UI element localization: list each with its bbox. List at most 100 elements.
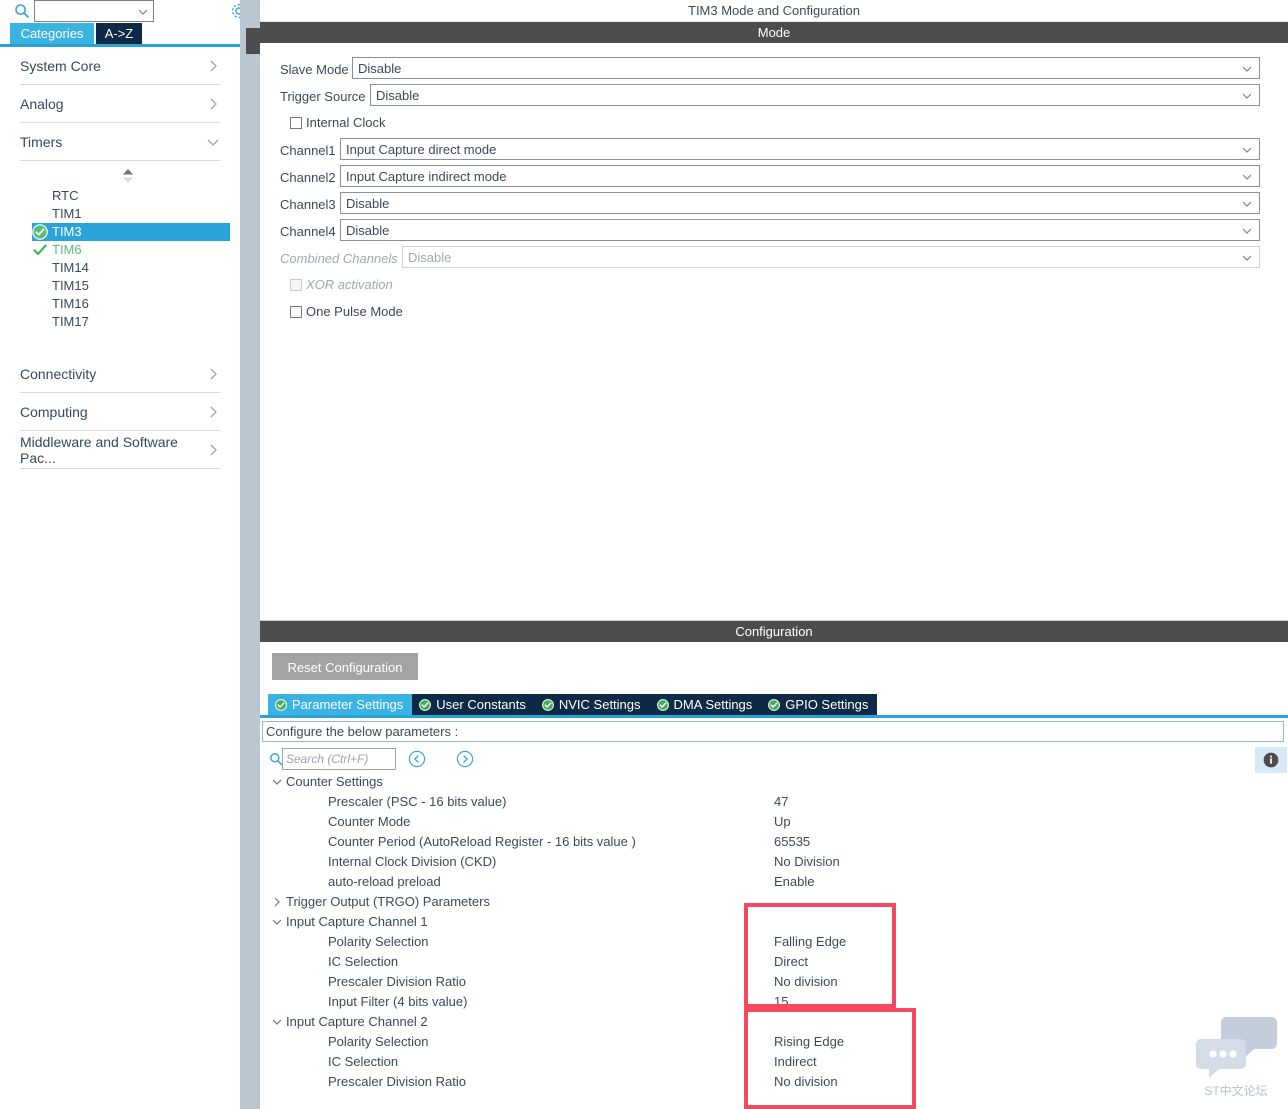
parameter-group-row[interactable]: Input Capture Channel 1 bbox=[260, 912, 1288, 932]
parameter-value[interactable]: Direct bbox=[774, 952, 808, 972]
parameter-value[interactable]: 47 bbox=[774, 792, 788, 812]
parameter-value[interactable]: No division bbox=[774, 972, 838, 992]
parameter-label: IC Selection bbox=[328, 1054, 399, 1069]
parameter-value[interactable]: Indirect bbox=[774, 1052, 817, 1072]
sidebar-search-combo[interactable] bbox=[34, 0, 154, 22]
configuration-tabbar-underline bbox=[260, 715, 1288, 718]
sidebar-timer-tim16[interactable]: TIM16 bbox=[0, 295, 240, 313]
sidebar-item-computing[interactable]: Computing bbox=[20, 393, 221, 431]
timers-scroll-spinner[interactable] bbox=[0, 165, 240, 187]
parameter-value[interactable]: No division bbox=[774, 1072, 838, 1092]
parameter-row[interactable]: Polarity Selection Falling Edge bbox=[260, 932, 1288, 952]
parameter-row[interactable]: Input Filter (4 bits value) 15 bbox=[260, 992, 1288, 1012]
sidebar-timer-tim17[interactable]: TIM17 bbox=[0, 313, 240, 331]
parameter-value[interactable]: 65535 bbox=[774, 832, 810, 852]
channel3-select[interactable]: Disable bbox=[340, 192, 1260, 214]
parameter-value[interactable]: No Division bbox=[774, 852, 840, 872]
one-pulse-mode-checkbox[interactable] bbox=[290, 306, 302, 318]
sidebar-item-system-core[interactable]: System Core bbox=[20, 47, 221, 85]
internal-clock-label: Internal Clock bbox=[306, 115, 386, 130]
mode-section-header: Mode bbox=[260, 22, 1288, 43]
chevron-right-icon bbox=[205, 366, 221, 382]
channel4-row: Channel4 Disable bbox=[260, 219, 1288, 246]
parameter-value[interactable]: Rising Edge bbox=[774, 1032, 844, 1052]
chevron-right-icon[interactable] bbox=[270, 894, 284, 910]
parameter-group-row[interactable]: Input Capture Channel 2 bbox=[260, 1012, 1288, 1032]
chevron-right-icon bbox=[205, 58, 221, 74]
chevron-right-circle-icon[interactable] bbox=[456, 750, 474, 768]
component-sidebar: Categories A->Z System Core Analog Timer… bbox=[0, 0, 240, 1109]
sidebar-timer-tim3[interactable]: TIM3 bbox=[32, 223, 230, 241]
tab-gpio-settings[interactable]: GPIO Settings bbox=[761, 694, 878, 715]
tab-dma-settings[interactable]: DMA Settings bbox=[649, 694, 762, 715]
internal-clock-checkbox[interactable] bbox=[290, 117, 302, 129]
parameter-row[interactable]: Internal Clock Division (CKD) No Division bbox=[260, 852, 1288, 872]
parameter-row[interactable]: auto-reload preload Enable bbox=[260, 872, 1288, 892]
channel2-label: Channel2 bbox=[280, 170, 336, 185]
parameter-value[interactable]: 15 bbox=[774, 992, 788, 1012]
component-main-panel: TIM3 Mode and Configuration Mode Slave M… bbox=[260, 0, 1288, 1109]
channel2-value: Input Capture indirect mode bbox=[346, 169, 507, 184]
parameter-row[interactable]: IC Selection Direct bbox=[260, 952, 1288, 972]
reset-configuration-button[interactable]: Reset Configuration bbox=[272, 653, 418, 680]
one-pulse-mode-label: One Pulse Mode bbox=[306, 304, 403, 319]
channel2-select[interactable]: Input Capture indirect mode bbox=[340, 165, 1260, 187]
parameter-row[interactable]: Counter Period (AutoReload Register - 16… bbox=[260, 832, 1288, 852]
sidebar-timer-label: TIM14 bbox=[52, 260, 89, 275]
parameter-value[interactable]: Up bbox=[774, 812, 791, 832]
tab-nvic-settings[interactable]: NVIC Settings bbox=[534, 694, 650, 715]
parameter-row[interactable]: IC Selection Indirect bbox=[260, 1052, 1288, 1072]
parameter-value[interactable]: Enable bbox=[774, 872, 814, 892]
sidebar-item-timers[interactable]: Timers bbox=[20, 123, 221, 161]
sidebar-timer-label: TIM1 bbox=[52, 206, 82, 221]
info-icon[interactable] bbox=[1255, 747, 1287, 773]
parameter-search-input[interactable] bbox=[282, 748, 396, 770]
chevron-down-icon[interactable] bbox=[270, 1014, 284, 1030]
sidebar-timer-tim6[interactable]: TIM6 bbox=[0, 241, 240, 259]
sidebar-timer-tim14[interactable]: TIM14 bbox=[0, 259, 240, 277]
parameter-label: Polarity Selection bbox=[328, 1034, 429, 1049]
parameter-value[interactable]: Falling Edge bbox=[774, 932, 846, 952]
sidebar-search-input[interactable] bbox=[39, 3, 133, 19]
sidebar-item-analog[interactable]: Analog bbox=[20, 85, 221, 123]
parameter-group-label: Counter Settings bbox=[286, 774, 383, 789]
splitter-grip[interactable] bbox=[246, 28, 260, 54]
sidebar-item-middleware[interactable]: Middleware and Software Pac... bbox=[20, 431, 221, 469]
trigger-source-select[interactable]: Disable bbox=[370, 84, 1260, 106]
channel1-select[interactable]: Input Capture direct mode bbox=[340, 138, 1260, 160]
parameter-row[interactable]: Prescaler Division Ratio No division bbox=[260, 1072, 1288, 1092]
parameter-label: Prescaler Division Ratio bbox=[328, 1074, 466, 1089]
panel-splitter[interactable] bbox=[240, 0, 260, 1109]
channel1-label: Channel1 bbox=[280, 143, 336, 158]
sidebar-timer-tim1[interactable]: TIM1 bbox=[0, 205, 240, 223]
check-circle-icon bbox=[656, 698, 669, 711]
sidebar-item-connectivity[interactable]: Connectivity bbox=[20, 355, 221, 393]
chevron-down-icon bbox=[1241, 198, 1253, 210]
slave-mode-select[interactable]: Disable bbox=[352, 57, 1260, 79]
combined-channels-value: Disable bbox=[408, 250, 452, 265]
parameter-row[interactable]: Prescaler Division Ratio No division bbox=[260, 972, 1288, 992]
chevron-down-icon bbox=[1241, 252, 1253, 264]
tab-a-to-z[interactable]: A->Z bbox=[96, 23, 142, 44]
sidebar-timer-rtc[interactable]: RTC bbox=[0, 187, 240, 205]
chevron-down-icon[interactable] bbox=[270, 774, 284, 790]
tab-parameter-settings[interactable]: Parameter Settings bbox=[268, 694, 413, 715]
trigger-source-label: Trigger Source bbox=[280, 89, 366, 104]
parameter-row[interactable]: Polarity Selection Rising Edge bbox=[260, 1032, 1288, 1052]
chevron-down-icon bbox=[137, 6, 149, 18]
channel4-select[interactable]: Disable bbox=[340, 219, 1260, 241]
parameter-group-row[interactable]: Counter Settings bbox=[260, 772, 1288, 792]
parameter-row[interactable]: Counter Mode Up bbox=[260, 812, 1288, 832]
tab-categories[interactable]: Categories bbox=[10, 23, 94, 44]
tab-user-constants[interactable]: User Constants bbox=[412, 694, 535, 715]
one-pulse-mode-row: One Pulse Mode bbox=[260, 300, 1288, 327]
chevron-right-icon bbox=[205, 96, 221, 112]
gear-icon[interactable] bbox=[229, 1, 240, 21]
parameter-label: Prescaler Division Ratio bbox=[328, 974, 466, 989]
chevron-left-circle-icon[interactable] bbox=[408, 750, 426, 768]
chevron-down-icon[interactable] bbox=[270, 914, 284, 930]
sidebar-timer-tim15[interactable]: TIM15 bbox=[0, 277, 240, 295]
parameter-group-row[interactable]: Trigger Output (TRGO) Parameters bbox=[260, 892, 1288, 912]
chevron-down-icon bbox=[1241, 90, 1253, 102]
parameter-row[interactable]: Prescaler (PSC - 16 bits value) 47 bbox=[260, 792, 1288, 812]
